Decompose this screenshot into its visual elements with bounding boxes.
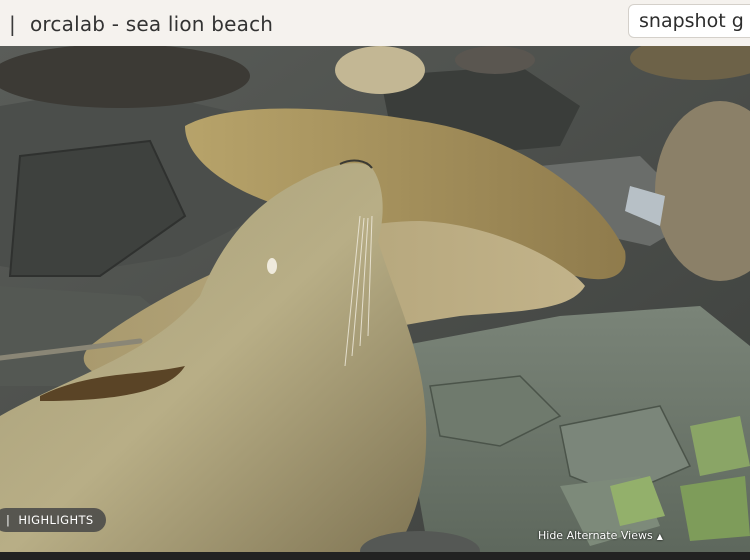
live-video-player[interactable]: | HIGHLIGHTS Hide Alternate Views ▲ xyxy=(0,46,750,560)
hide-alternate-views-toggle[interactable]: Hide Alternate Views ▲ xyxy=(538,529,663,542)
snapshot-button[interactable]: snapshot g xyxy=(628,4,750,38)
chevron-up-icon: ▲ xyxy=(656,532,663,541)
page-title: orcalab - sea lion beach xyxy=(30,12,274,36)
player-bottom-strip xyxy=(0,552,750,560)
highlights-label: HIGHLIGHTS xyxy=(18,513,94,527)
header-bar: | orcalab - sea lion beach snapshot g xyxy=(0,0,750,46)
highlights-separator: | xyxy=(6,513,11,527)
highlights-badge[interactable]: | HIGHLIGHTS xyxy=(0,508,106,532)
header-separator: | xyxy=(9,12,16,36)
alternate-views-label: Hide Alternate Views xyxy=(538,529,653,542)
sea-lion-scene-image xyxy=(0,46,750,560)
